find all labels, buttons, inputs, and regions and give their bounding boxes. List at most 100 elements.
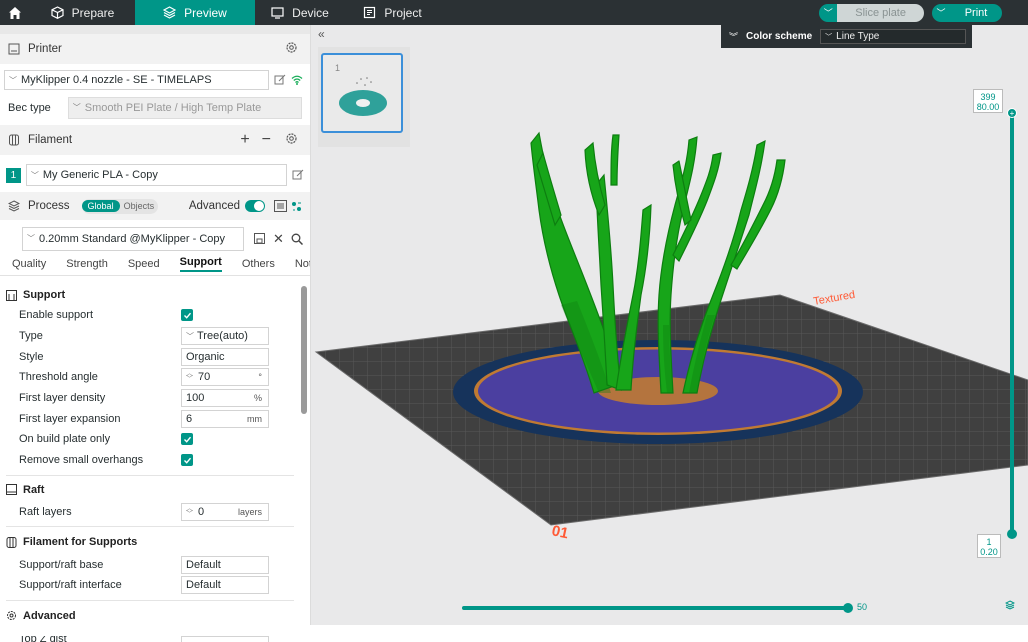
first-layer-expansion-row: First layer expansion 6 mm — [0, 408, 300, 429]
enable-support-checkbox[interactable] — [181, 309, 193, 322]
raft-layers-input[interactable]: ︿ ﹀ 0 layers — [181, 502, 269, 521]
support-group-title: Support — [23, 289, 66, 301]
divider — [6, 526, 294, 528]
move-slider-track[interactable] — [462, 603, 853, 613]
divider — [6, 474, 294, 476]
tab-preview-label: Preview — [184, 5, 227, 20]
process-preset-value: 0.20mm Standard @MyKlipper - Copy — [39, 232, 226, 245]
tab-notes[interactable]: Notes — [295, 258, 310, 270]
tab-preview[interactable]: Preview — [135, 0, 255, 25]
layer-slider-top-handle[interactable]: + — [1007, 108, 1017, 118]
support-style-select[interactable]: Organic — [181, 347, 269, 366]
support-raft-base-label: Support/raft base — [19, 558, 104, 571]
layers-icon — [163, 6, 177, 19]
filament-slot-badge[interactable]: 1 — [6, 167, 21, 183]
slice-dropdown-button[interactable]: ﹀ — [819, 3, 838, 22]
threshold-angle-input[interactable]: ︿ ﹀ 70 ° — [181, 368, 269, 387]
edit-icon[interactable] — [274, 74, 286, 86]
tab-device[interactable]: Device — [255, 0, 345, 25]
filament-select-row: 1 ﹀ My Generic PLA - Copy — [0, 155, 310, 189]
printer-select[interactable]: ﹀ MyKlipper 0.4 nozzle - SE - TIMELAPS — [4, 70, 269, 90]
chevron-down-icon: ﹀ — [186, 331, 194, 341]
remove-overhangs-row: Remove small overhangs — [0, 450, 300, 471]
bed-type-value: Smooth PEI Plate / High Temp Plate — [84, 101, 262, 114]
plate-thumbnail[interactable]: 1 — [321, 53, 403, 133]
gear-icon[interactable] — [285, 132, 298, 148]
edit-icon[interactable] — [292, 169, 304, 181]
threshold-angle-value: 70 — [198, 371, 211, 384]
search-icon[interactable] — [291, 233, 303, 245]
tab-support[interactable]: Support — [179, 256, 222, 272]
close-icon[interactable]: ✕ — [273, 231, 284, 247]
remove-overhangs-label: Remove small overhangs — [19, 454, 144, 467]
settings-scrollbar[interactable] — [301, 286, 307, 414]
list-icon[interactable] — [274, 200, 287, 212]
gear-icon[interactable] — [285, 41, 298, 57]
3d-preview-viewport[interactable]: 01 Textured « 1 ︾ Color scheme ﹀ Line Ty… — [311, 25, 1028, 625]
first-layer-density-value: 100 — [186, 392, 205, 405]
raft-layers-row: Raft layers ︿ ﹀ 0 layers — [0, 502, 300, 523]
advanced-label: Advanced — [188, 200, 240, 212]
device-icon — [271, 6, 284, 19]
spinner-icon[interactable]: ︿ ﹀ — [186, 370, 193, 383]
bed-type-select[interactable]: ﹀ Smooth PEI Plate / High Temp Plate — [67, 96, 302, 119]
support-raft-base-row: Support/raft base Default — [0, 554, 300, 575]
raft-group-title: Raft — [23, 483, 45, 496]
tab-project[interactable]: Project — [345, 0, 440, 25]
layer-slider-bottom-handle[interactable] — [1007, 529, 1017, 539]
add-icon[interactable]: + — [240, 131, 249, 149]
tab-others[interactable]: Others — [242, 258, 275, 270]
support-raft-interface-row: Support/raft interface Default — [0, 575, 300, 596]
expand-sidebar-icon[interactable]: « — [318, 27, 325, 41]
support-type-value: Tree(auto) — [197, 330, 248, 343]
filament-select[interactable]: ﹀ My Generic PLA - Copy — [25, 164, 287, 186]
global-objects-toggle[interactable]: Global Objects — [81, 198, 159, 214]
support-raft-base-select[interactable]: Default — [181, 555, 269, 574]
top-toolbar: Prepare Preview Device Project ﹀ Slice p… — [0, 0, 1028, 25]
tab-quality[interactable]: Quality — [12, 258, 46, 270]
spinner-icon[interactable]: ︿ ﹀ — [186, 505, 193, 518]
build-plate-only-checkbox[interactable] — [181, 433, 193, 446]
layers-icon[interactable] — [1004, 600, 1016, 613]
support-settings-list: Support Enable support Type ﹀ Tree(auto)… — [0, 283, 300, 642]
threshold-angle-label: Threshold angle — [19, 371, 98, 384]
advanced-partial-row: Top Z dist — [0, 630, 300, 642]
remove-overhangs-checkbox[interactable] — [181, 454, 193, 467]
first-layer-expansion-input[interactable]: 6 mm — [181, 409, 269, 428]
scene-canvas: 01 Textured — [314, 131, 1028, 542]
layer-slider-track[interactable]: + — [1007, 108, 1017, 539]
filament-icon — [8, 134, 20, 146]
support-raft-interface-select[interactable]: Default — [181, 576, 269, 595]
color-scheme-select[interactable]: ﹀ Line Type — [820, 29, 967, 44]
tab-prepare[interactable]: Prepare — [30, 0, 135, 25]
compare-icon[interactable] — [291, 201, 302, 212]
remove-icon[interactable]: − — [262, 131, 271, 149]
bottom-layer-number: 1 — [986, 537, 992, 547]
advanced-toggle[interactable] — [245, 200, 265, 212]
global-toggle[interactable]: Global — [81, 200, 120, 212]
plate-number-label: 01 — [550, 522, 570, 542]
home-icon[interactable] — [0, 0, 30, 25]
collapse-icon[interactable]: ︾ — [729, 30, 738, 43]
bottom-layer-label: 1 0.20 — [977, 534, 1001, 558]
support-type-select[interactable]: ﹀ Tree(auto) — [181, 327, 269, 346]
wifi-icon[interactable] — [291, 74, 303, 86]
objects-toggle[interactable]: Objects — [120, 201, 159, 211]
threshold-angle-row: Threshold angle ︿ ﹀ 70 ° — [0, 367, 300, 388]
support-raft-base-value: Default — [186, 558, 221, 571]
bed-type-row: Bec type ﹀ Smooth PEI Plate / High Temp … — [0, 91, 310, 121]
tab-speed[interactable]: Speed — [128, 258, 160, 270]
raft-group-header: Raft — [0, 480, 300, 500]
support-type-label: Type — [19, 330, 43, 343]
advanced-partial-input[interactable] — [181, 635, 269, 642]
raft-layers-value: 0 — [198, 505, 205, 518]
print-dropdown-button[interactable]: ﹀ — [932, 3, 950, 22]
print-button[interactable]: Print — [950, 3, 1002, 22]
slice-plate-button[interactable]: Slice plate — [837, 3, 924, 22]
save-icon[interactable] — [254, 233, 265, 244]
divider — [6, 599, 294, 601]
tab-strength[interactable]: Strength — [66, 258, 108, 270]
move-slider-handle[interactable] — [843, 603, 853, 613]
process-preset-select[interactable]: ﹀ 0.20mm Standard @MyKlipper - Copy — [22, 226, 244, 251]
first-layer-density-input[interactable]: 100 % — [181, 389, 269, 408]
